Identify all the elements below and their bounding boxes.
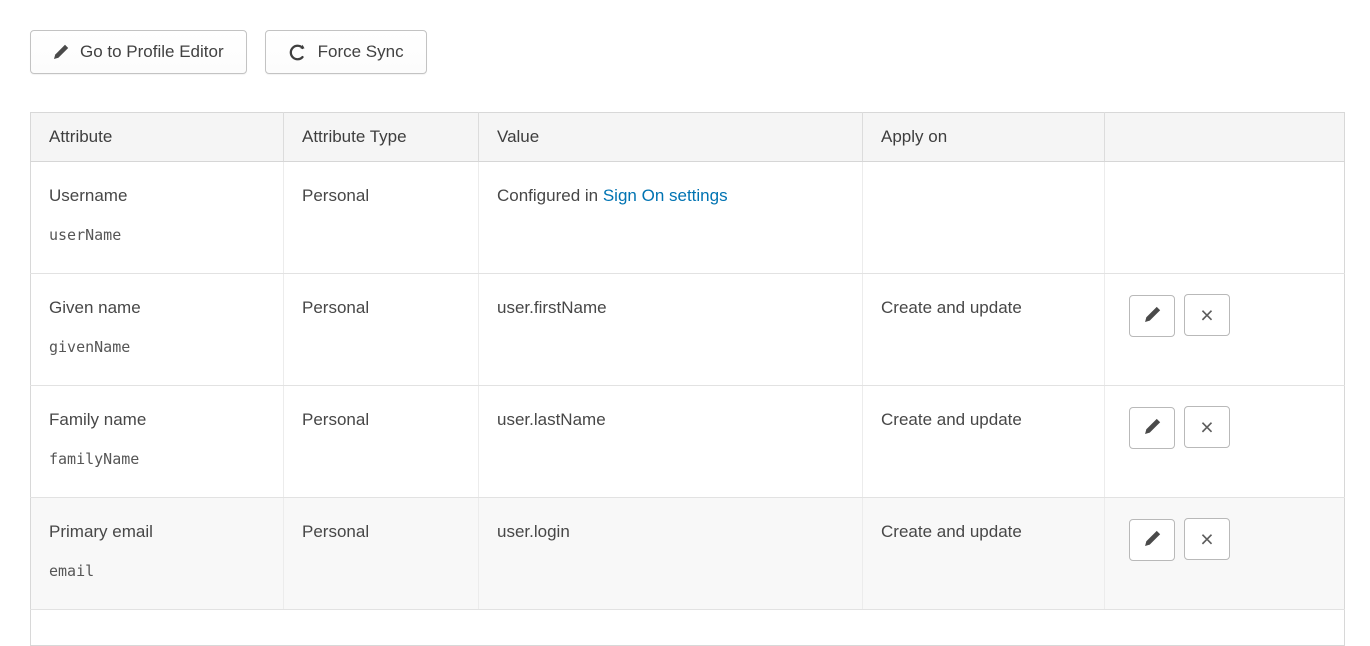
pencil-icon — [1144, 418, 1161, 438]
x-icon: × — [1200, 416, 1213, 439]
attribute-label: Family name — [49, 410, 267, 430]
row-actions: × — [1129, 308, 1239, 327]
attribute-cell: Given name givenName — [31, 274, 284, 386]
attribute-cell: Primary email email — [31, 498, 284, 610]
attribute-cell: Username userName — [31, 162, 284, 274]
apply-on: Create and update — [881, 298, 1022, 317]
delete-mapping-button[interactable]: × — [1184, 294, 1230, 336]
delete-mapping-button[interactable]: × — [1184, 406, 1230, 448]
force-sync-button[interactable]: Force Sync — [265, 30, 427, 74]
apply-on-cell: Create and update — [863, 498, 1105, 610]
attribute-type: Personal — [302, 522, 369, 541]
edit-mapping-button[interactable] — [1129, 295, 1175, 337]
actions-cell: × — [1105, 274, 1345, 386]
actions-cell — [1105, 162, 1345, 274]
table-row: Given name givenName Personal user.first… — [31, 274, 1345, 386]
actions-cell: × — [1105, 498, 1345, 610]
refresh-icon — [288, 43, 307, 62]
column-header-attribute: Attribute — [31, 113, 284, 162]
attribute-type: Personal — [302, 186, 369, 205]
attribute-type: Personal — [302, 298, 369, 317]
attribute-mapping-table: Attribute Attribute Type Value Apply on … — [30, 112, 1345, 646]
table-row: Family name familyName Personal user.las… — [31, 386, 1345, 498]
attribute-mappings-page: Go to Profile Editor Force Sync Attribut… — [0, 0, 1370, 646]
value-link[interactable]: Sign On settings — [603, 186, 728, 205]
apply-on: Create and update — [881, 522, 1022, 541]
column-header-actions — [1105, 113, 1345, 162]
attribute-type-cell: Personal — [284, 498, 479, 610]
attribute-variable: email — [49, 562, 94, 580]
attribute-variable: familyName — [49, 450, 139, 468]
attribute-type-cell: Personal — [284, 386, 479, 498]
row-actions: × — [1129, 532, 1239, 551]
table-row-partial — [31, 610, 1345, 646]
attribute-label: Primary email — [49, 522, 267, 542]
apply-on-cell — [863, 162, 1105, 274]
value-cell: user.firstName — [479, 274, 863, 386]
edit-mapping-button[interactable] — [1129, 407, 1175, 449]
x-icon: × — [1200, 304, 1213, 327]
attribute-type-cell: Personal — [284, 274, 479, 386]
x-icon: × — [1200, 528, 1213, 551]
column-header-value: Value — [479, 113, 863, 162]
mapping-table-body: Username userName Personal Configured in… — [31, 162, 1345, 610]
actions-cell: × — [1105, 386, 1345, 498]
value-text: user.login — [497, 522, 570, 541]
pencil-icon — [1144, 306, 1161, 326]
apply-on-cell: Create and update — [863, 386, 1105, 498]
column-header-apply-on: Apply on — [863, 113, 1105, 162]
partial-next-row — [31, 610, 1345, 646]
value-cell: user.login — [479, 498, 863, 610]
edit-mapping-button[interactable] — [1129, 519, 1175, 561]
attribute-variable: userName — [49, 226, 121, 244]
attribute-variable: givenName — [49, 338, 130, 356]
pencil-icon — [53, 44, 69, 60]
row-actions: × — [1129, 420, 1239, 439]
table-row: Primary email email Personal user.login … — [31, 498, 1345, 610]
go-to-profile-editor-button[interactable]: Go to Profile Editor — [30, 30, 247, 74]
toolbar: Go to Profile Editor Force Sync — [30, 30, 1344, 74]
attribute-cell: Family name familyName — [31, 386, 284, 498]
value-text: Configured in — [497, 186, 603, 205]
force-sync-label: Force Sync — [318, 42, 404, 62]
attribute-type-cell: Personal — [284, 162, 479, 274]
table-header: Attribute Attribute Type Value Apply on — [31, 113, 1345, 162]
value-text: user.firstName — [497, 298, 607, 317]
go-to-profile-editor-label: Go to Profile Editor — [80, 42, 224, 62]
column-header-attribute-type: Attribute Type — [284, 113, 479, 162]
value-cell: Configured in Sign On settings — [479, 162, 863, 274]
attribute-label: Given name — [49, 298, 267, 318]
attribute-label: Username — [49, 186, 267, 206]
value-text: user.lastName — [497, 410, 606, 429]
table-row: Username userName Personal Configured in… — [31, 162, 1345, 274]
apply-on-cell: Create and update — [863, 274, 1105, 386]
value-cell: user.lastName — [479, 386, 863, 498]
delete-mapping-button[interactable]: × — [1184, 518, 1230, 560]
apply-on: Create and update — [881, 410, 1022, 429]
attribute-type: Personal — [302, 410, 369, 429]
pencil-icon — [1144, 530, 1161, 550]
